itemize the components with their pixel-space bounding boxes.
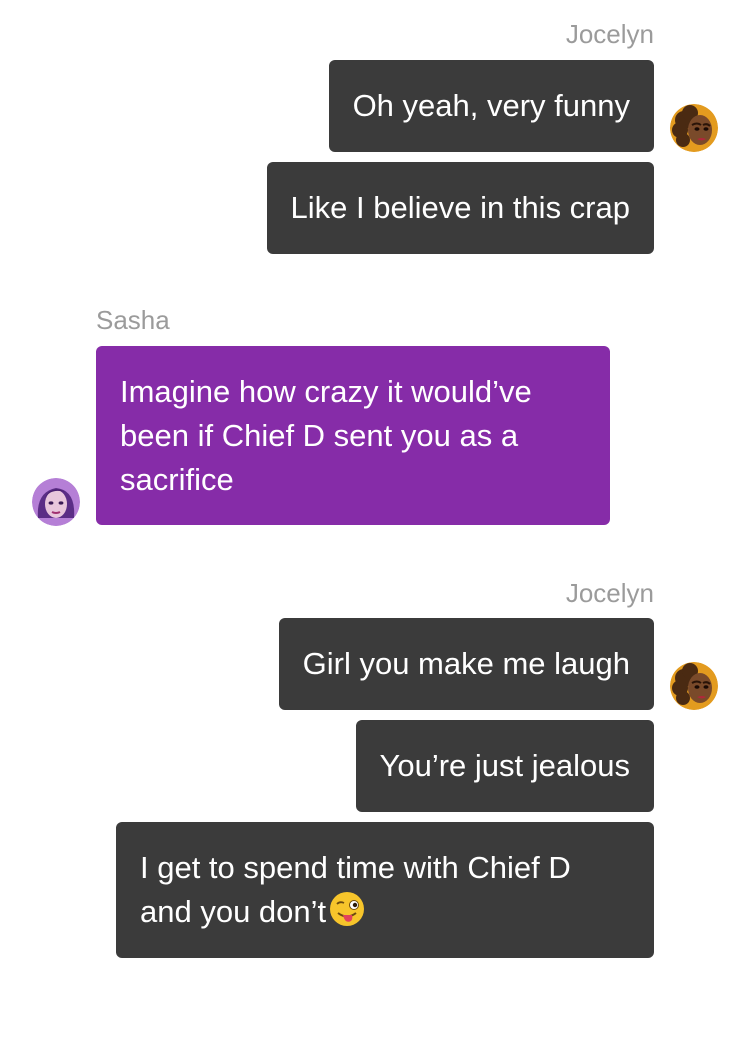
message-text: Imagine how crazy it would’ve been if Ch…	[120, 374, 532, 497]
sender-name-sasha: Sasha	[96, 305, 170, 335]
message-text: You’re just jealous	[379, 748, 630, 783]
message-text: Like I believe in this crap	[290, 190, 630, 225]
message-bubble[interactable]: I get to spend time with Chief D and you…	[116, 822, 654, 958]
sasha-avatar[interactable]	[32, 478, 80, 526]
message-text: Oh yeah, very funny	[352, 88, 630, 123]
message-bubble[interactable]: Oh yeah, very funny	[328, 60, 654, 152]
sender-name-jocelyn: Jocelyn	[565, 19, 654, 49]
message-bubble[interactable]: Like I believe in this crap	[266, 162, 654, 254]
winking-face-with-tongue-icon	[328, 890, 366, 928]
message-bubble[interactable]: Imagine how crazy it would’ve been if Ch…	[96, 346, 610, 525]
message-text: Girl you make me laugh	[302, 646, 630, 681]
jocelyn-avatar[interactable]	[670, 104, 718, 152]
jocelyn-avatar[interactable]	[670, 662, 718, 710]
sender-name-jocelyn: Jocelyn	[565, 578, 654, 608]
message-bubble[interactable]: Girl you make me laugh	[278, 618, 654, 710]
message-bubble[interactable]: You’re just jealous	[355, 720, 654, 812]
